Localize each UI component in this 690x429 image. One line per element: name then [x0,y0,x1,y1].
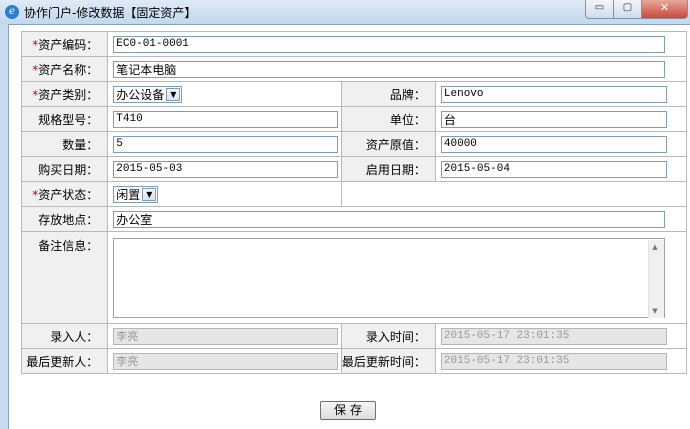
entered-time-label: 录入时间： [340,323,436,349]
entered-by-input [113,327,339,345]
last-updated-time-input [440,352,667,370]
brand-input[interactable] [440,85,667,103]
minimize-button[interactable]: ▭ [585,0,614,19]
asset-status-label: *资产状态： [20,181,109,207]
last-updated-by-input [113,352,339,370]
asset-name-label: *资产名称： [20,56,109,82]
asset-category-select[interactable]: 办公设备 ▼ [113,85,183,103]
entered-time-input [440,327,667,345]
asset-category-label: *资产类别： [20,81,109,107]
title-bar: e 协作门户-修改数据【固定资产】 ▭ ▢ ✕ [0,0,690,24]
asset-status-select[interactable]: 闲置 ▼ [113,185,159,203]
chevron-down-icon: ▼ [166,87,181,101]
window-controls: ▭ ▢ ✕ [585,0,688,20]
unit-label: 单位： [340,106,436,132]
start-date-input[interactable] [440,160,667,178]
row-asset-name: *资产名称： [20,56,687,82]
row-category-brand: *资产类别： 办公设备 ▼ 品牌： [20,81,688,107]
row-quantity-value: 数量： 资产原值： [20,131,688,157]
row-remarks: 备注信息： ▲ ▼ [20,231,687,324]
form-page: *资产编码： *资产名称： *资产类别： 办公设备▼ 品牌： 规格型号： 单位：… [8,24,690,429]
row-model-unit: 规格型号： 单位： [20,106,688,132]
remarks-textarea[interactable] [113,237,666,318]
brand-label: 品牌： [340,81,436,107]
quantity-input[interactable] [113,135,339,153]
original-value-label: 资产原值： [340,131,436,157]
row-updated: 最后更新人： 最后更新时间： [20,348,688,374]
row-status: *资产状态： 闲置 ▼ [20,181,688,207]
scroll-down-icon[interactable]: ▼ [652,307,657,315]
model-input[interactable] [113,110,339,128]
purchase-date-input[interactable] [113,160,339,178]
remarks-scrollbar[interactable]: ▲ ▼ [648,239,665,318]
start-date-label: 启用日期： [340,156,436,182]
ie-browser-icon: e [5,5,19,19]
location-label: 存放地点： [20,206,109,232]
model-label: 规格型号： [20,106,109,132]
remarks-label: 备注信息： [20,231,109,324]
asset-code-input[interactable] [113,35,666,53]
save-button[interactable]: 保存 [320,401,376,420]
close-button[interactable]: ✕ [641,0,688,19]
scroll-up-icon[interactable]: ▲ [652,243,657,251]
asset-code-label: *资产编码： [20,31,109,57]
chevron-down-icon: ▼ [142,187,157,201]
row-entered: 录入人： 录入时间： [20,323,688,349]
row-dates: 购买日期： 启用日期： [20,156,688,182]
location-input[interactable] [113,210,666,228]
last-updated-by-label: 最后更新人： [20,348,109,374]
last-updated-time-label: 最后更新时间： [340,348,436,374]
window-title: 协作门户-修改数据【固定资产】 [24,6,197,20]
row-location: 存放地点： [20,206,687,232]
window-frame [0,24,8,428]
maximize-button[interactable]: ▢ [613,0,642,19]
purchase-date-label: 购买日期： [20,156,109,182]
asset-name-input[interactable] [113,60,666,78]
entered-by-label: 录入人： [20,323,109,349]
row-asset-code: *资产编码： [20,31,687,57]
original-value-input[interactable] [440,135,667,153]
asset-form: *资产编码： *资产名称： *资产类别： 办公设备▼ 品牌： 规格型号： 单位：… [20,31,688,374]
quantity-label: 数量： [20,131,109,157]
unit-input[interactable] [440,110,667,128]
